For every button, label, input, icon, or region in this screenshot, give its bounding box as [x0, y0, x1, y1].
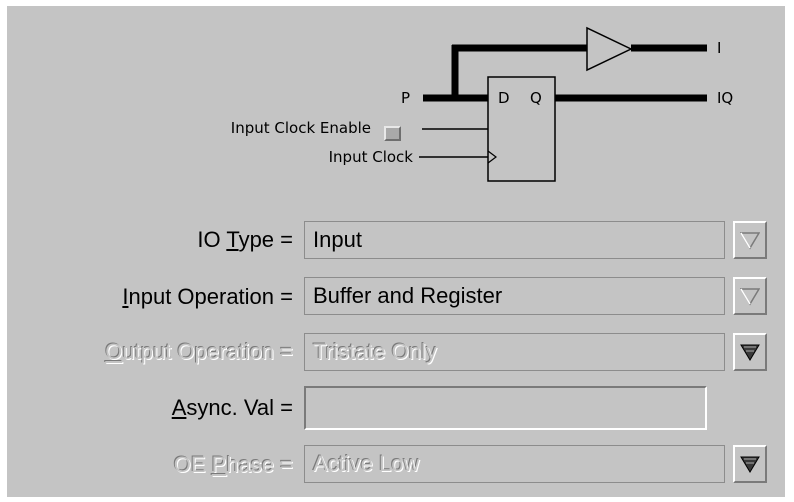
- input-clock-enable-label: Input Clock Enable: [230, 119, 371, 137]
- output-operation-dropdown-button[interactable]: [733, 333, 767, 371]
- async-val-field-frame: [304, 386, 707, 430]
- input-operation-select[interactable]: Buffer and Register: [304, 277, 725, 315]
- oe-phase-select[interactable]: Active Low: [304, 445, 725, 483]
- pin-p-label: P: [401, 89, 411, 107]
- io-type-label: IO Type =: [197, 227, 293, 252]
- pin-iq-label: IQ: [717, 89, 734, 107]
- io-schematic-diagram: [419, 26, 707, 182]
- pin-q-label: Q: [530, 89, 542, 107]
- oe-phase-dropdown-button[interactable]: [733, 445, 767, 483]
- triangle-down-icon: [740, 232, 760, 250]
- triangle-down-icon: [740, 288, 760, 306]
- io-type-value: Input: [313, 227, 362, 252]
- pin-i-label: I: [717, 39, 722, 57]
- oe-phase-label: OE Phase =: [173, 452, 293, 477]
- output-operation-label: Output Operation =: [105, 339, 293, 364]
- io-type-select[interactable]: Input: [304, 221, 725, 259]
- oe-phase-value: Active Low: [313, 451, 420, 476]
- io-config-panel: P D Q I IQ Input Clock Enable Input Cloc…: [7, 6, 785, 497]
- buffer-triangle-icon: [586, 26, 633, 72]
- async-val-input[interactable]: [310, 392, 698, 422]
- io-type-dropdown-button[interactable]: [733, 221, 767, 259]
- input-clock-label: Input Clock: [328, 148, 413, 166]
- pin-d-label: D: [498, 89, 510, 107]
- output-operation-select[interactable]: Tristate Only: [304, 333, 725, 371]
- output-operation-value: Tristate Only: [313, 339, 437, 364]
- input-clock-enable-checkbox[interactable]: [384, 126, 401, 141]
- input-operation-dropdown-button[interactable]: [733, 277, 767, 315]
- triangle-down-icon: [740, 456, 760, 473]
- input-operation-label: Input Operation =: [122, 284, 293, 309]
- async-val-label: Async. Val =: [171, 395, 293, 420]
- triangle-down-icon: [740, 344, 760, 361]
- input-operation-value: Buffer and Register: [313, 283, 503, 308]
